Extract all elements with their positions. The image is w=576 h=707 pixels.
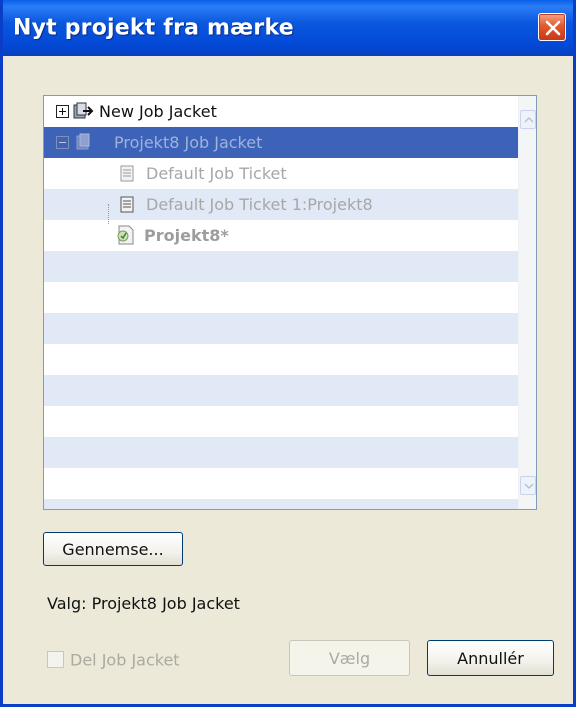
dialog-window: Nyt projekt fra mærke New Job Jacket Pro… xyxy=(0,0,576,707)
job-jacket-icon xyxy=(75,133,95,151)
tree-row-bg xyxy=(44,251,518,282)
selection-label: Valg: xyxy=(47,594,87,613)
tree-node-label: New Job Jacket xyxy=(99,102,217,121)
tree-connector-line xyxy=(108,204,109,224)
selection-value: Projekt8 Job Jacket xyxy=(91,594,240,613)
tree-row-bg xyxy=(44,375,518,406)
scroll-up-button[interactable] xyxy=(520,110,536,129)
job-jacket-new-icon xyxy=(73,102,95,120)
tree-node-label: Projekt8 Job Jacket xyxy=(114,133,263,152)
tree-vertical-scrollbar[interactable] xyxy=(518,96,536,509)
selection-caption: Valg: Projekt8 Job Jacket xyxy=(47,594,240,613)
close-icon xyxy=(545,20,561,36)
collapse-toggle[interactable] xyxy=(56,136,69,149)
tree-row-bg xyxy=(44,282,518,313)
tree-row-bg xyxy=(44,313,518,344)
chevron-up-icon xyxy=(524,116,534,123)
job-jacket-tree[interactable]: New Job Jacket Projekt8 Job Jacket Defau… xyxy=(43,95,537,510)
browse-button[interactable]: Gennemse... xyxy=(43,532,183,566)
tree-row-bg xyxy=(44,344,518,375)
expand-toggle[interactable] xyxy=(56,105,69,118)
title-bar[interactable]: Nyt projekt fra mærke xyxy=(3,0,573,56)
choose-button[interactable]: Vælg xyxy=(289,640,410,676)
tree-row-bg xyxy=(44,468,518,499)
project-file-icon xyxy=(115,224,137,246)
share-job-jacket-label: Del Job Jacket xyxy=(70,650,180,670)
scroll-down-button[interactable] xyxy=(520,476,536,495)
share-job-jacket-checkbox[interactable] xyxy=(47,651,64,668)
tree-node-label: Projekt8* xyxy=(144,226,229,245)
tree-row-bg xyxy=(44,437,518,468)
cancel-button[interactable]: Annullér xyxy=(427,640,554,676)
tree-row-bg xyxy=(44,406,518,437)
tree-node-label: Default Job Ticket 1:Projekt8 xyxy=(146,195,373,214)
close-button[interactable] xyxy=(538,13,566,41)
tree-row-bg xyxy=(44,499,518,509)
job-ticket-icon xyxy=(120,165,134,182)
chevron-down-icon xyxy=(524,483,534,490)
tree-node-label: Default Job Ticket xyxy=(146,164,287,183)
job-ticket-icon xyxy=(120,196,134,213)
dialog-title: Nyt projekt fra mærke xyxy=(13,15,294,41)
